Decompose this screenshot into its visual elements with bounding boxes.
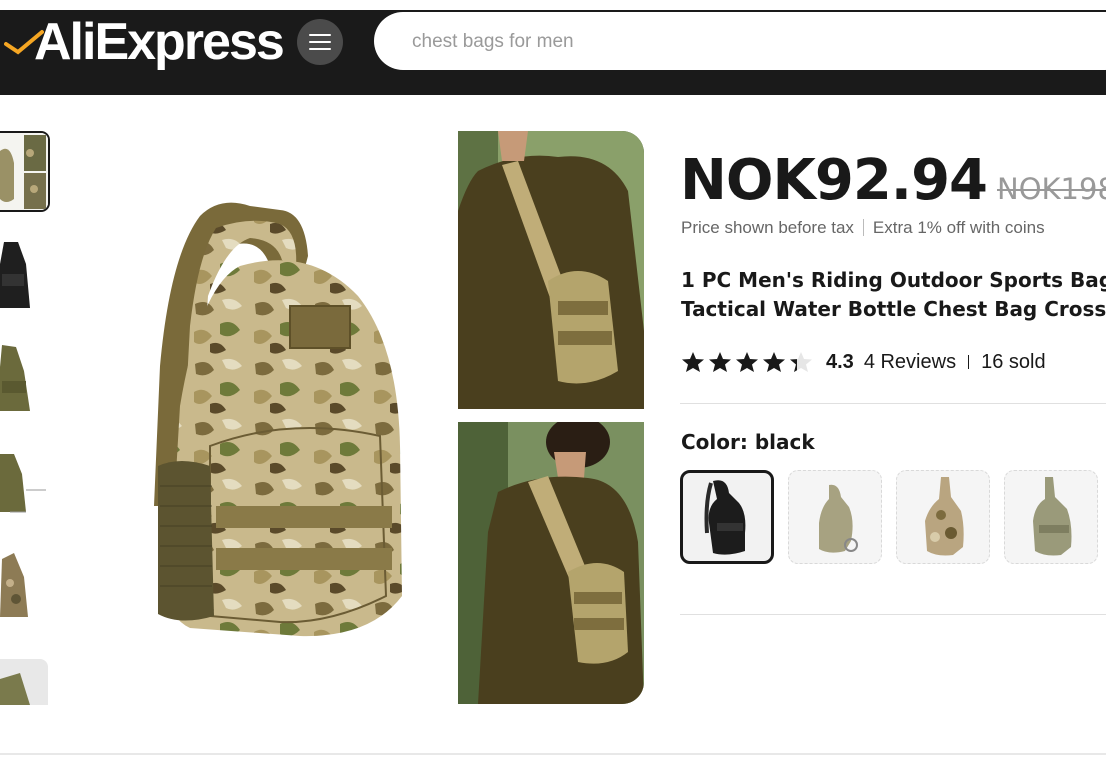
search-input[interactable] [410, 12, 1014, 72]
star-full-icon [736, 352, 758, 372]
main-product-image[interactable] [130, 176, 420, 646]
divider [862, 219, 864, 236]
thumbnail-1[interactable] [0, 131, 50, 212]
original-price: NOK198 [997, 172, 1106, 206]
star-full-icon [763, 352, 785, 372]
thumbnail-image [0, 543, 48, 621]
section-divider [680, 614, 1106, 615]
star-full-icon [682, 352, 704, 372]
star-rating [681, 351, 816, 373]
header-top-strip [0, 0, 1106, 10]
coins-note[interactable]: Extra 1% off with coins [873, 218, 1045, 237]
current-price: NOK92.94 [680, 148, 988, 213]
sold-count: 16 sold [981, 350, 1046, 373]
price-row: NOK92.94 NOK198 [680, 148, 1106, 218]
menu-button[interactable] [297, 19, 343, 65]
page-bottom-divider [0, 753, 1106, 755]
camo-bag-swatch-image [925, 477, 964, 556]
khaki-bag-swatch-image [819, 484, 858, 553]
tax-note: Price shown before tax [681, 218, 854, 237]
section-divider [680, 403, 1106, 404]
thumbnail-5[interactable] [0, 543, 48, 621]
product-title-line-2: Tactical Water Bottle Chest Bag Crossbo [681, 297, 1106, 321]
rating-row: 4.3 4 Reviews 16 sold [681, 348, 1046, 376]
logo-mark-icon [4, 30, 44, 55]
reviews-link[interactable]: 4 Reviews [864, 351, 956, 374]
camo-sling-bag-image [154, 202, 402, 637]
top-header: AliExpress [0, 0, 1106, 95]
model-wearing-bag-image [458, 131, 644, 409]
model-image-front[interactable] [458, 131, 644, 409]
black-bag-swatch-image [704, 480, 746, 555]
hamburger-menu-icon [309, 34, 331, 50]
price-notes: Price shown before tax Extra 1% off with … [681, 218, 1045, 238]
thumbnail-4[interactable] [0, 440, 48, 518]
model-image-side[interactable] [458, 422, 644, 704]
divider [968, 355, 970, 369]
thumbnail-image [0, 337, 48, 415]
swatch-khaki[interactable] [788, 470, 882, 564]
green-bag-swatch-image [1033, 477, 1072, 556]
thumbnail-image [0, 440, 48, 518]
thumbnail-image [0, 234, 48, 312]
search-bar [374, 12, 1106, 72]
color-label: Color: black [681, 430, 815, 454]
product-title: 1 PC Men's Riding Outdoor Sports Bag C T… [681, 266, 1106, 324]
model-side-view-image [458, 422, 644, 704]
thumbnail-3[interactable] [0, 337, 48, 415]
logo-text: AliExpress [34, 13, 285, 71]
star-partial-icon [790, 352, 812, 372]
product-title-line-1: 1 PC Men's Riding Outdoor Sports Bag C [681, 268, 1106, 292]
rating-score: 4.3 [826, 350, 854, 373]
thumbnail-2[interactable] [0, 234, 48, 312]
thumbnail-image [0, 133, 48, 210]
swatch-green[interactable] [1004, 470, 1098, 564]
swatch-black[interactable] [680, 470, 774, 564]
aliexpress-logo[interactable]: AliExpress [4, 13, 285, 71]
swatch-camouflage[interactable] [896, 470, 990, 564]
star-full-icon [709, 352, 731, 372]
thumbnail-image [0, 659, 48, 705]
thumbnail-6[interactable] [0, 659, 48, 705]
